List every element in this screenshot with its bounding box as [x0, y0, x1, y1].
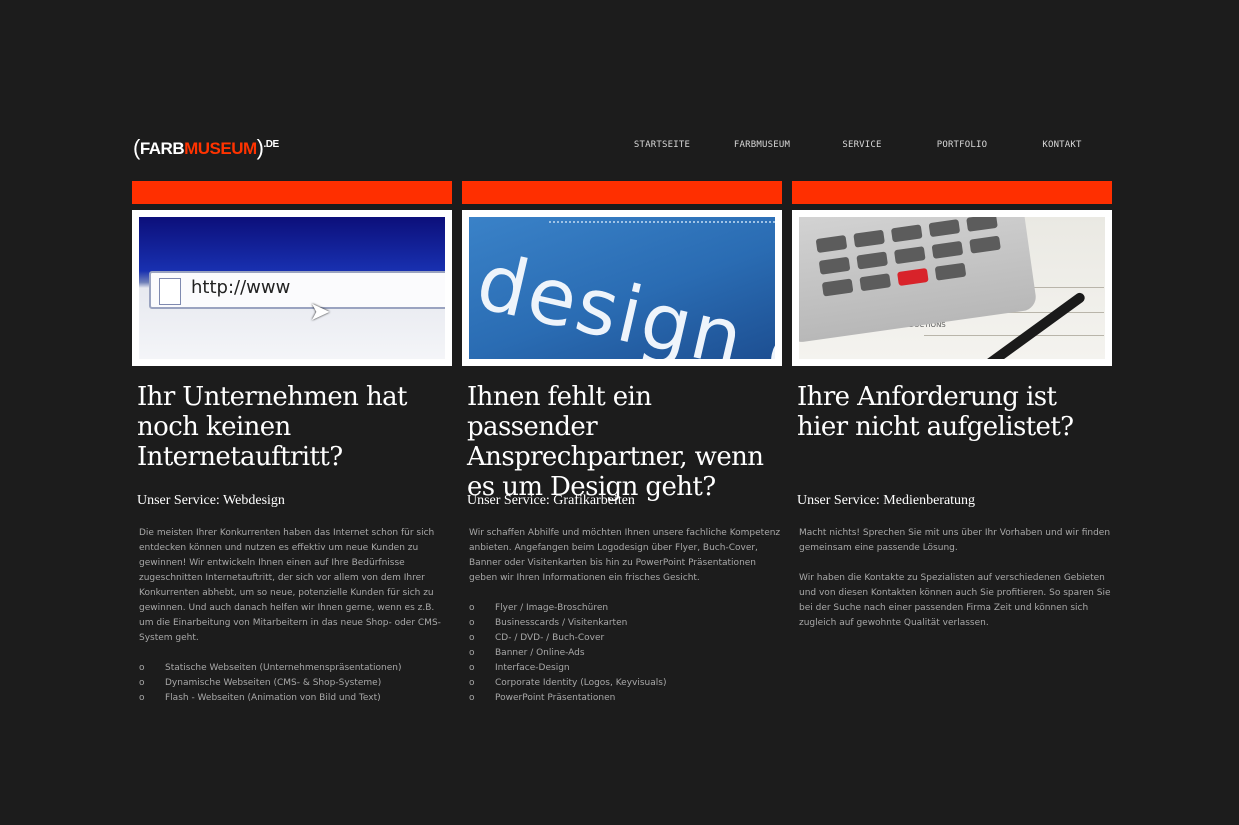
column-accent-bar — [462, 181, 782, 204]
column-body: Macht nichts! Sprechen Sie mit uns über … — [799, 526, 1111, 646]
calc-key — [969, 235, 1001, 254]
calc-key — [931, 240, 964, 259]
nav-startseite[interactable]: STARTSEITE — [612, 140, 712, 150]
service-title: Unser Service: Webdesign — [137, 493, 285, 508]
bullet: o — [469, 633, 475, 643]
bullet: o — [139, 693, 145, 703]
body-paragraph: Die meisten Ihrer Konkurrenten haben das… — [139, 528, 441, 643]
list-item-text: PowerPoint Präsentationen — [495, 693, 616, 703]
calc-key — [859, 273, 892, 292]
main-navigation: STARTSEITE FARBMUSEUM SERVICE PORTFOLIO … — [610, 140, 1110, 154]
bullet: o — [469, 663, 475, 673]
calc-key — [928, 219, 961, 238]
logo-word-museum: MUSEUM — [184, 139, 257, 158]
service-column-medienberatung: DEDUCTIONS Ihre Anforderung ist hier nic… — [792, 181, 1112, 711]
image-dotted-line — [549, 221, 775, 235]
service-title: Unser Service: Grafikarbeiten — [467, 493, 635, 508]
column-headline: Ihre Anforderung ist hier nicht aufgelis… — [797, 382, 1074, 442]
list-item-text: Flyer / Image-Broschüren — [495, 603, 609, 613]
logo-word-farb: FARB — [139, 139, 185, 158]
list-item: o CD- / DVD- / Buch-Cover — [469, 631, 781, 646]
bullet: o — [139, 663, 145, 673]
column-accent-bar — [792, 181, 1112, 204]
site-logo[interactable]: (FARBMUSEUM).DE — [133, 134, 279, 160]
calc-key — [890, 224, 923, 243]
design-word-image: design e — [469, 217, 775, 359]
column-body: Wir schaffen Abhilfe und möchten Ihnen u… — [469, 526, 781, 706]
nav-kontakt[interactable]: KONTAKT — [1012, 140, 1112, 150]
nav-farbmuseum[interactable]: FARBMUSEUM — [712, 140, 812, 150]
form-line — [924, 335, 1104, 336]
mouse-cursor-icon: ➤ — [309, 297, 331, 327]
logo-paren-close: ) — [256, 135, 264, 160]
calculator-icon — [799, 217, 1038, 344]
body-paragraph: Wir schaffen Abhilfe und möchten Ihnen u… — [469, 528, 781, 583]
list-item: o Banner / Online-Ads — [469, 646, 781, 661]
browser-url-image: http://www ➤ — [139, 217, 445, 359]
calculator-image: DEDUCTIONS — [799, 217, 1105, 359]
service-title: Unser Service: Medienberatung — [797, 493, 976, 508]
list-item-text: Flash - Webseiten (Animation von Bild un… — [165, 693, 381, 703]
column-headline: Ihnen fehlt ein passender Ansprechpartne… — [467, 382, 764, 502]
service-column-webdesign: http://www ➤ Ihr Unternehmen hat noch ke… — [132, 181, 452, 711]
calc-key — [856, 251, 889, 270]
list-item: o Businesscards / Visitenkarten — [469, 616, 781, 631]
image-frame: design e — [462, 210, 782, 366]
calc-key — [966, 217, 998, 232]
logo-tld: .DE — [263, 139, 280, 150]
column-headline: Ihr Unternehmen hat noch keinen Internet… — [137, 382, 407, 472]
url-text: http://www — [191, 277, 291, 298]
url-bar: http://www — [149, 271, 445, 309]
bullet: o — [469, 648, 475, 658]
calc-key — [821, 278, 854, 297]
bullet: o — [469, 678, 475, 688]
nav-portfolio[interactable]: PORTFOLIO — [912, 140, 1012, 150]
calc-key — [934, 262, 967, 281]
list-item: o Interface-Design — [469, 661, 781, 676]
calc-key — [818, 256, 851, 275]
list-item-text: Businesscards / Visitenkarten — [495, 618, 628, 628]
service-list: o Flyer / Image-Broschüren o Businesscards… — [469, 601, 781, 706]
page-icon — [159, 278, 181, 305]
list-item-text: Interface-Design — [495, 663, 570, 673]
bullet: o — [139, 678, 145, 688]
service-column-grafikarbeiten: design e Ihnen fehlt ein passender Anspr… — [462, 181, 782, 711]
image-frame: http://www ➤ — [132, 210, 452, 366]
list-item-text: Statische Webseiten (Unternehmenspräsent… — [165, 663, 402, 673]
list-item-text: CD- / DVD- / Buch-Cover — [495, 633, 605, 643]
nav-service[interactable]: SERVICE — [812, 140, 912, 150]
calc-key — [893, 246, 926, 265]
list-item: o Statische Webseiten (Unternehmenspräsen… — [139, 661, 451, 676]
list-item: o PowerPoint Präsentationen — [469, 691, 781, 706]
calc-key-red — [897, 267, 929, 286]
calc-key — [815, 234, 848, 253]
list-item: o Dynamische Webseiten (CMS- & Shop-Syste… — [139, 676, 451, 691]
service-list: o Statische Webseiten (Unternehmenspräsen… — [139, 661, 451, 706]
image-frame: DEDUCTIONS — [792, 210, 1112, 366]
body-paragraph: Wir haben die Kontakte zu Spezialisten a… — [799, 573, 1111, 628]
calc-key — [853, 229, 885, 248]
column-body: Die meisten Ihrer Konkurrenten haben das… — [139, 526, 451, 706]
list-item-text: Corporate Identity (Logos, Keyvisuals) — [495, 678, 667, 688]
bullet: o — [469, 693, 475, 703]
design-word: design e — [469, 237, 775, 359]
list-item: o Flyer / Image-Broschüren — [469, 601, 781, 616]
list-item: o Flash - Webseiten (Animation von Bild u… — [139, 691, 451, 706]
list-item: o Corporate Identity (Logos, Keyvisuals) — [469, 676, 781, 691]
bullet: o — [469, 618, 475, 628]
list-item-text: Dynamische Webseiten (CMS- & Shop-System… — [165, 678, 382, 688]
body-paragraph: Macht nichts! Sprechen Sie mit uns über … — [799, 528, 1111, 553]
logo-paren-open: ( — [133, 135, 140, 160]
list-item-text: Banner / Online-Ads — [495, 648, 585, 658]
bullet: o — [469, 603, 475, 613]
column-accent-bar — [132, 181, 452, 204]
